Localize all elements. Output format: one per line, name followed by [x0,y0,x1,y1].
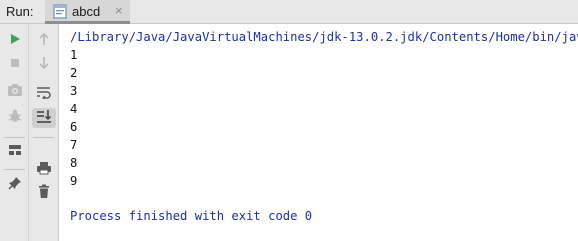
toolbar-divider [4,137,25,138]
scroll-to-end-button[interactable] [32,108,56,128]
arrow-up-icon [38,32,50,51]
scroll-to-end-icon [36,109,52,128]
dump-threads-button[interactable] [3,82,27,102]
output-line: 4 [70,102,78,116]
output-line: 3 [70,84,78,98]
console-actions-toolbar [29,24,59,241]
pin-icon [8,176,22,195]
arrow-down-icon [38,56,50,75]
debug-button[interactable] [3,108,27,128]
java-command-line: /Library/Java/JavaVirtualMachines/jdk-13… [70,30,578,44]
run-tab-abcd[interactable]: abcd × [45,0,130,24]
camera-icon [7,83,23,102]
toolbar-divider [4,169,25,170]
next-occurrence-button[interactable] [32,55,56,75]
previous-occurrence-button[interactable] [32,31,56,51]
play-icon [9,32,21,50]
print-icon [36,161,52,180]
clear-all-button[interactable] [32,184,56,204]
output-line: 6 [70,120,78,134]
tab-close-icon[interactable]: × [115,3,123,18]
soft-wrap-icon [36,85,52,104]
output-line: 7 [70,138,78,152]
trash-icon [38,184,50,204]
console-output[interactable]: /Library/Java/JavaVirtualMachines/jdk-13… [59,24,578,241]
output-line: 8 [70,156,78,170]
output-line: 1 [70,48,78,62]
run-label: Run: [6,4,34,19]
stop-icon [9,56,21,74]
layout-icon [8,143,22,161]
run-titlebar: Run: abcd × [0,0,578,24]
output-line: 9 [70,174,78,188]
run-actions-toolbar [0,24,29,241]
soft-wrap-button[interactable] [32,84,56,104]
exit-code-message: Process finished with exit code 0 [70,209,313,223]
run-config-icon [53,4,67,24]
output-line: 2 [70,66,78,80]
print-button[interactable] [32,160,56,180]
toolbar-divider [33,137,54,138]
pin-tab-button[interactable] [3,175,27,195]
restore-layout-button[interactable] [3,142,27,162]
bug-icon [7,108,23,129]
rerun-button[interactable] [3,31,27,51]
tab-label: abcd [72,4,101,19]
stop-button[interactable] [3,55,27,75]
